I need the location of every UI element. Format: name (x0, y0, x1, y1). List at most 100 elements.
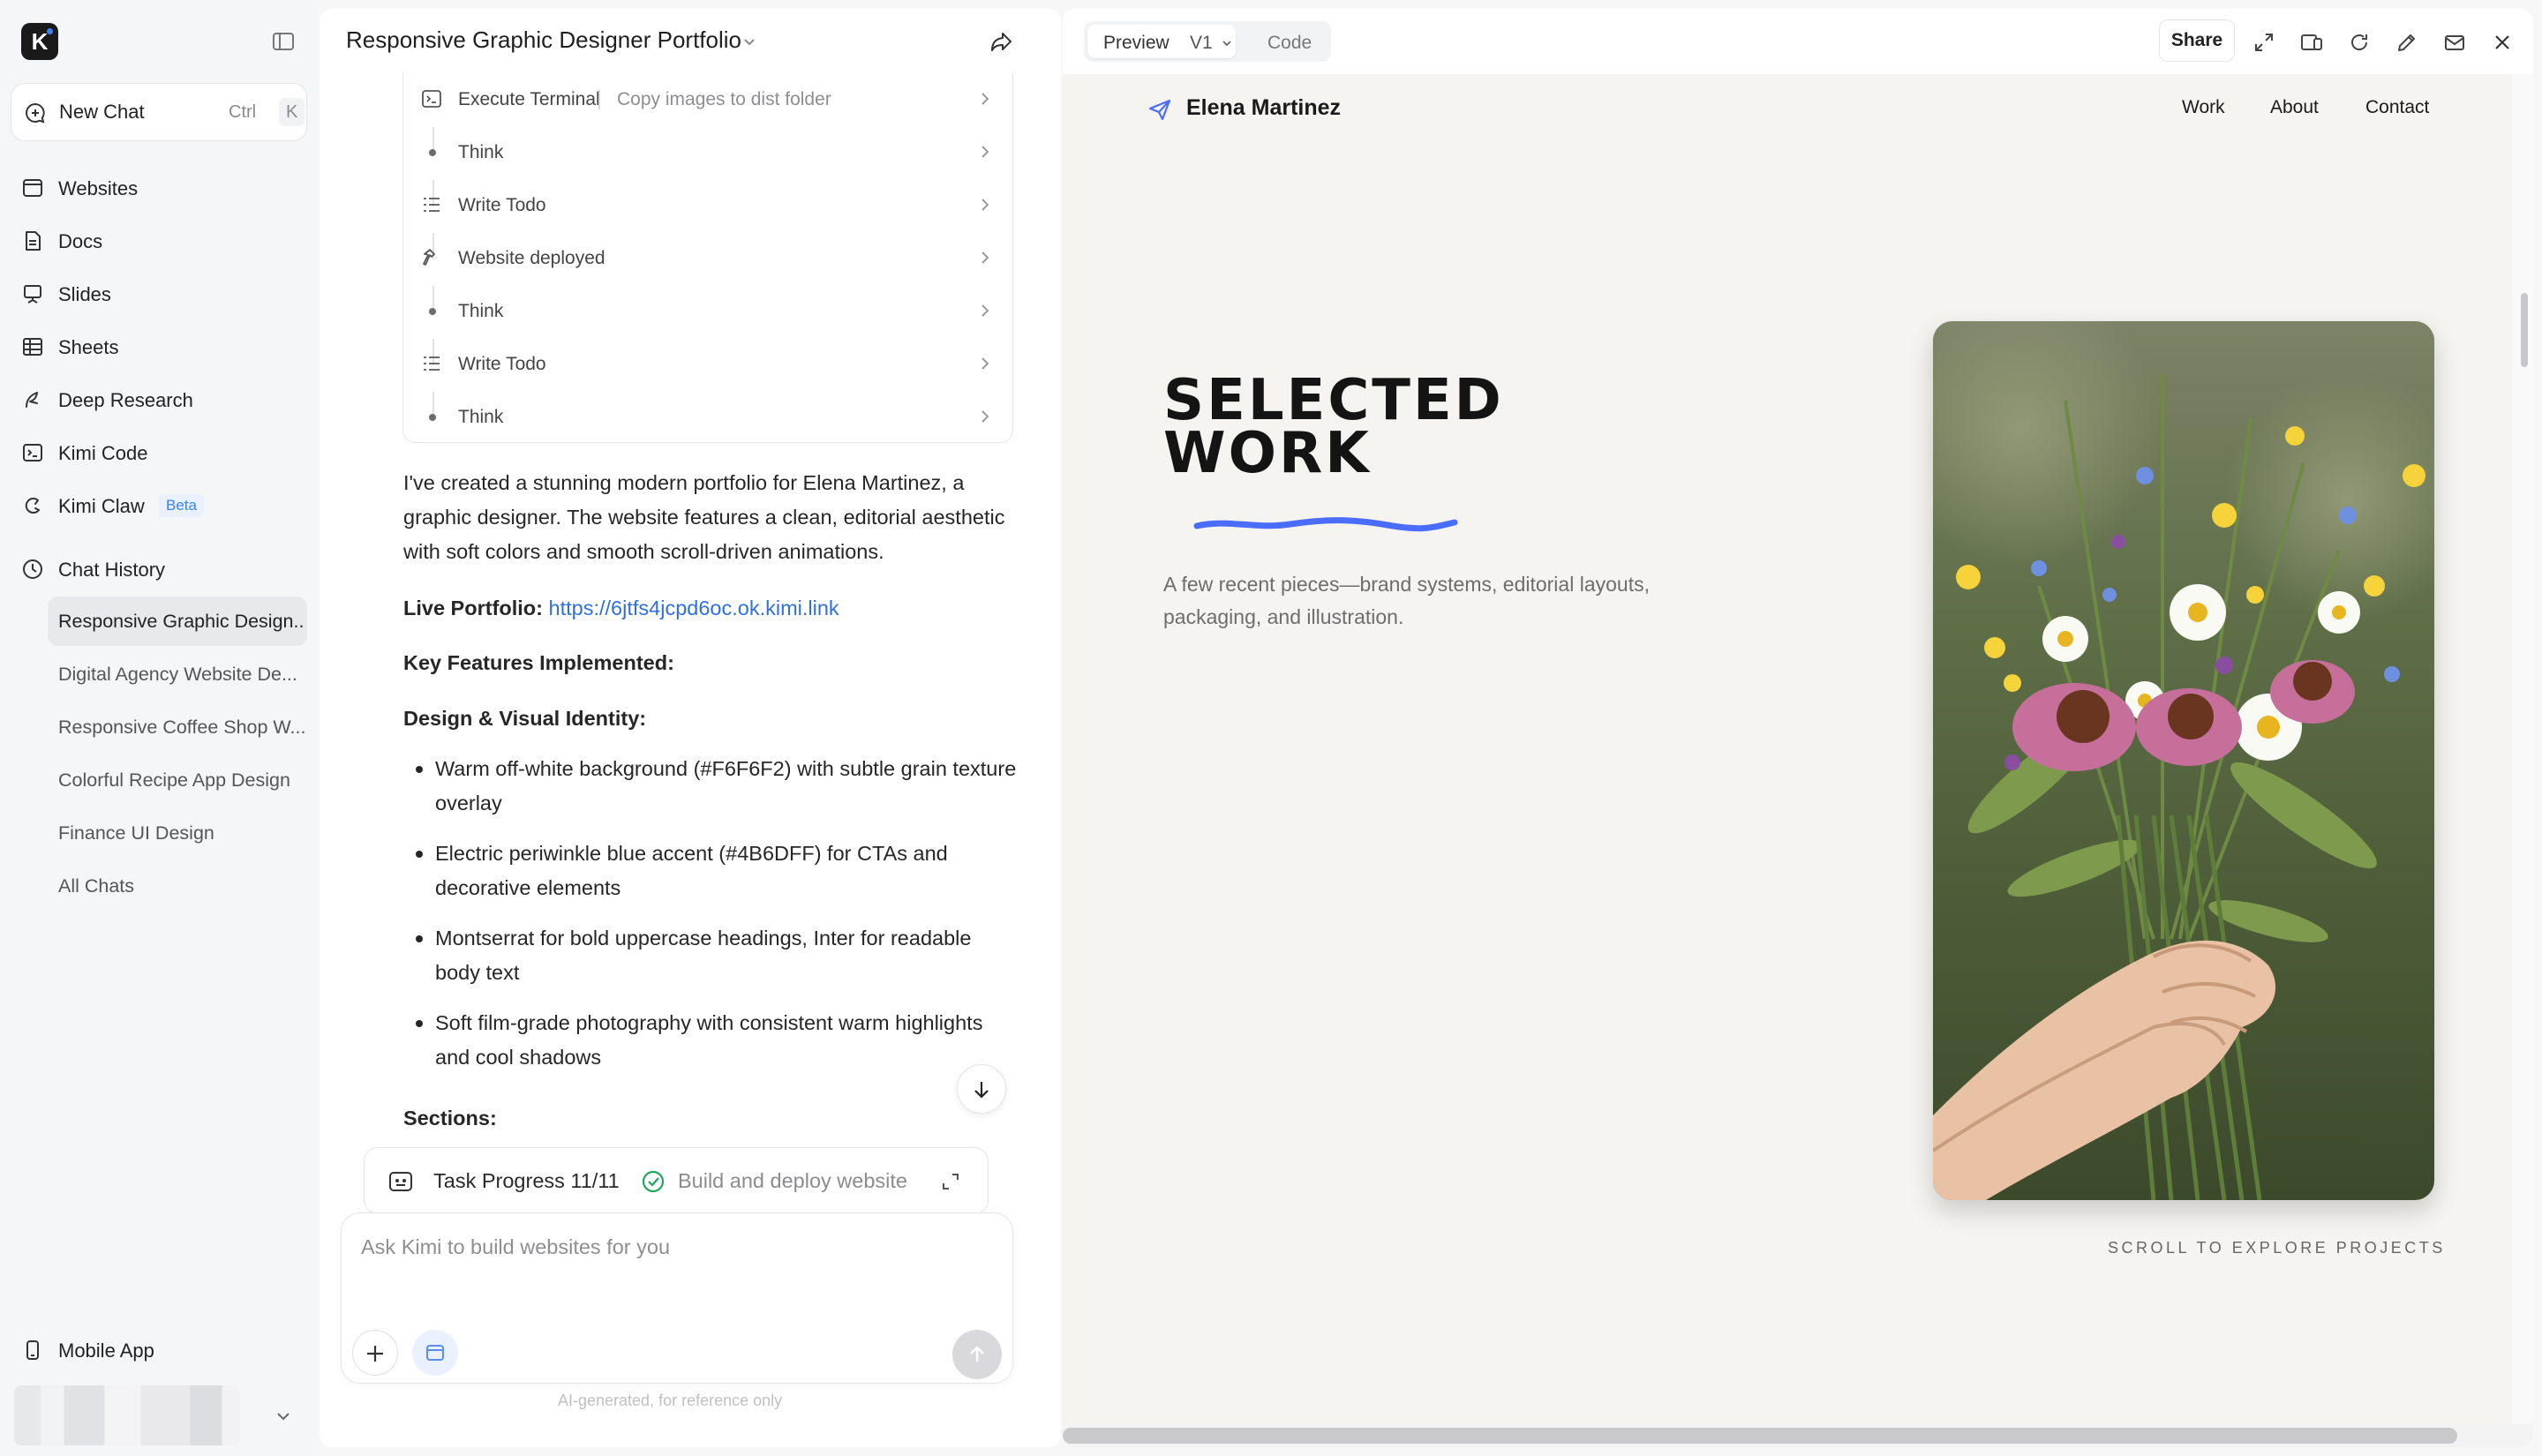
features-heading: Key Features Implemented: (403, 646, 1021, 680)
website-preview: Elena Martinez Work About Contact SELECT… (1063, 74, 2512, 1424)
vertical-scrollbar[interactable] (2512, 74, 2533, 1424)
step-think[interactable]: Think (403, 125, 1014, 178)
hero-photo-wildflowers (1933, 321, 2434, 1200)
step-think[interactable]: Think (403, 284, 1014, 337)
new-chat-icon (24, 101, 47, 124)
new-chat-button[interactable]: New Chat Ctrl K (11, 83, 307, 141)
sidebar-item-kimi-code[interactable]: Kimi Code (11, 429, 307, 477)
step-think[interactable]: Think (403, 390, 1014, 443)
step-write-todo[interactable]: Write Todo (403, 178, 1014, 231)
tab-code[interactable]: Code (1267, 33, 1312, 54)
device-toggle-icon[interactable] (2299, 30, 2324, 55)
list-item: Soft film-grade photography with consist… (403, 1006, 1021, 1075)
avatar[interactable] (14, 1385, 240, 1445)
mail-icon[interactable] (2442, 30, 2467, 55)
hero-subtitle: A few recent pieces—brand systems, edito… (1163, 573, 1650, 628)
tab-preview[interactable]: Preview V1 (1087, 25, 1236, 58)
paper-plane-icon[interactable] (1147, 97, 1172, 122)
send-button[interactable] (952, 1330, 1002, 1379)
bullet-icon (416, 935, 423, 942)
chevron-right-icon (975, 354, 995, 373)
sidebar-item-slides[interactable]: Slides (11, 270, 307, 318)
live-portfolio-link[interactable]: https://6jtfs4jcpd6oc.ok.kimi.link (549, 597, 839, 619)
attach-button[interactable] (352, 1330, 398, 1376)
all-chats-link[interactable]: All Chats (48, 861, 307, 911)
scroll-hint: SCROLL TO EXPLORE PROJECTS (2108, 1239, 2446, 1257)
list-item-text: Montserrat for bold uppercase headings, … (435, 927, 972, 984)
refresh-icon[interactable] (2347, 30, 2372, 55)
sections-heading-text: Sections: (403, 1107, 497, 1130)
history-item-label: Colorful Recipe App Design (58, 769, 290, 791)
share-icon[interactable] (987, 28, 1015, 56)
terminal-icon (421, 88, 442, 109)
design-heading-text: Design & Visual Identity: (403, 707, 647, 730)
step-execute-terminal[interactable]: Execute Terminal Copy images to dist fol… (403, 72, 1014, 125)
bullet-icon (416, 766, 423, 773)
task-status: Build and deploy website (678, 1169, 907, 1192)
step-label: Think (458, 407, 504, 427)
all-chats-label: All Chats (58, 875, 135, 897)
step-write-todo[interactable]: Write Todo (403, 337, 1014, 390)
sidebar-item-websites[interactable]: Websites (11, 164, 307, 212)
tool-steps-list: Execute Terminal Copy images to dist fol… (402, 72, 1013, 443)
history-item[interactable]: Finance UI Design (48, 808, 307, 858)
presentation-icon (21, 282, 44, 305)
scroll-to-bottom-button[interactable] (957, 1064, 1006, 1114)
step-label: Website deployed (458, 248, 605, 268)
horizontal-scroll-thumb[interactable] (1063, 1428, 2457, 1444)
history-item[interactable]: Responsive Graphic Design... (48, 597, 307, 646)
edit-pencil-icon[interactable] (2395, 30, 2419, 55)
history-item[interactable]: Colorful Recipe App Design (48, 755, 307, 805)
sidebar-item-deep-research[interactable]: Deep Research (11, 376, 307, 424)
table-grid-icon (21, 335, 44, 358)
step-website-deployed[interactable]: Website deployed (403, 231, 1014, 284)
bullet-icon (416, 1020, 423, 1027)
chevron-right-icon (975, 89, 995, 109)
bullet-icon (416, 851, 423, 858)
expand-icon[interactable] (940, 1171, 961, 1192)
hero-title: SELECTED WORK (1163, 368, 1504, 486)
document-icon (21, 229, 44, 252)
history-item-label: Digital Agency Website De... (58, 664, 297, 685)
new-chat-label: New Chat (59, 101, 145, 123)
site-nav-about[interactable]: About (2270, 97, 2319, 118)
robot-icon (387, 1169, 414, 1194)
close-icon[interactable] (2490, 30, 2515, 55)
mobile-app-label: Mobile App (58, 1340, 154, 1362)
sidebar: K New Chat Ctrl K Websites Docs Slides S… (0, 0, 318, 1456)
sidebar-item-label: Kimi Code (58, 442, 148, 464)
share-button[interactable]: Share (2159, 19, 2235, 62)
sidebar-item-sheets[interactable]: Sheets (11, 323, 307, 371)
site-brand-name[interactable]: Elena Martinez (1186, 95, 1341, 121)
site-nav-work[interactable]: Work (2182, 97, 2225, 118)
chat-history-label: Chat History (58, 559, 166, 581)
site-nav-contact[interactable]: Contact (2365, 97, 2429, 118)
sidebar-toggle-icon[interactable] (270, 28, 297, 55)
version-select[interactable]: V1 (1190, 33, 1213, 54)
chat-history-heading[interactable]: Chat History (11, 545, 307, 593)
arrow-down-icon (974, 1082, 989, 1099)
task-progress-bar[interactable]: Task Progress 11/11 Build and deploy web… (364, 1147, 989, 1214)
chevron-right-icon (975, 248, 995, 267)
check-circle-icon (641, 1169, 666, 1194)
chat-title[interactable]: Responsive Graphic Designer Portfolio (346, 26, 741, 54)
step-detail: Copy images to dist folder (617, 89, 831, 109)
vertical-scroll-thumb[interactable] (2521, 293, 2528, 367)
browser-window-icon (21, 176, 44, 199)
chevron-down-icon (1220, 36, 1234, 50)
accent-squiggle (1193, 514, 1458, 535)
hero-title-line: WORK (1163, 421, 1372, 486)
sidebar-item-docs[interactable]: Docs (11, 217, 307, 265)
hero-title-line: SELECTED (1163, 368, 1504, 433)
history-item[interactable]: Responsive Coffee Shop W... (48, 702, 307, 752)
chevron-down-icon[interactable] (740, 32, 759, 51)
mobile-app-link[interactable]: Mobile App (11, 1326, 307, 1374)
chevron-down-icon[interactable] (270, 1403, 297, 1430)
history-item[interactable]: Digital Agency Website De... (48, 649, 307, 699)
expand-icon[interactable] (2252, 30, 2276, 55)
kimi-logo[interactable]: K (21, 23, 58, 60)
sidebar-item-label: Slides (58, 283, 111, 305)
message-input[interactable] (361, 1229, 979, 1265)
website-mode-button[interactable] (412, 1330, 458, 1376)
sidebar-item-kimi-claw[interactable]: Kimi Claw Beta (11, 482, 307, 529)
